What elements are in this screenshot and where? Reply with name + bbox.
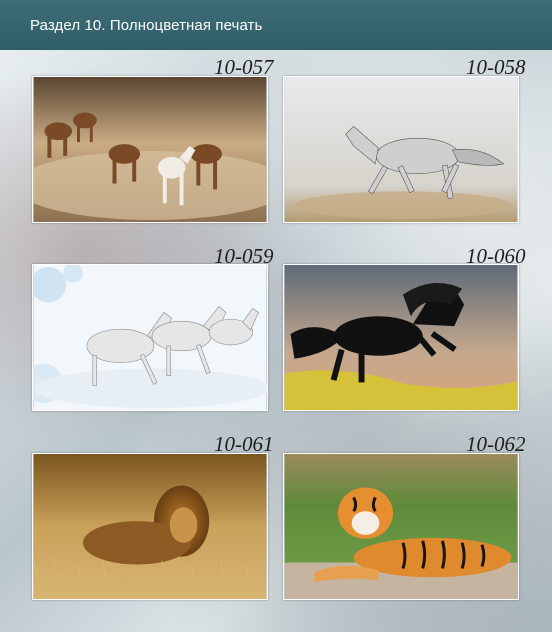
product-image-white-horse[interactable] <box>283 76 519 223</box>
black-horse-rearing-icon <box>284 265 518 410</box>
section-title: Раздел 10. Полноцветная печать <box>30 16 263 34</box>
lion-in-grass-icon <box>33 454 267 599</box>
white-horse-galloping-icon <box>284 77 518 222</box>
tiger-lying-icon <box>284 454 518 599</box>
product-image-white-horses-snow[interactable] <box>32 264 268 411</box>
product-image-running-horses[interactable] <box>32 76 268 223</box>
product-image-tiger[interactable] <box>283 453 519 600</box>
product-image-lion[interactable] <box>32 453 268 600</box>
running-horses-herd-icon <box>33 77 267 222</box>
product-image-black-horse[interactable] <box>283 264 519 411</box>
white-horses-snow-icon <box>33 265 267 410</box>
section-header: Раздел 10. Полноцветная печать <box>0 0 552 50</box>
